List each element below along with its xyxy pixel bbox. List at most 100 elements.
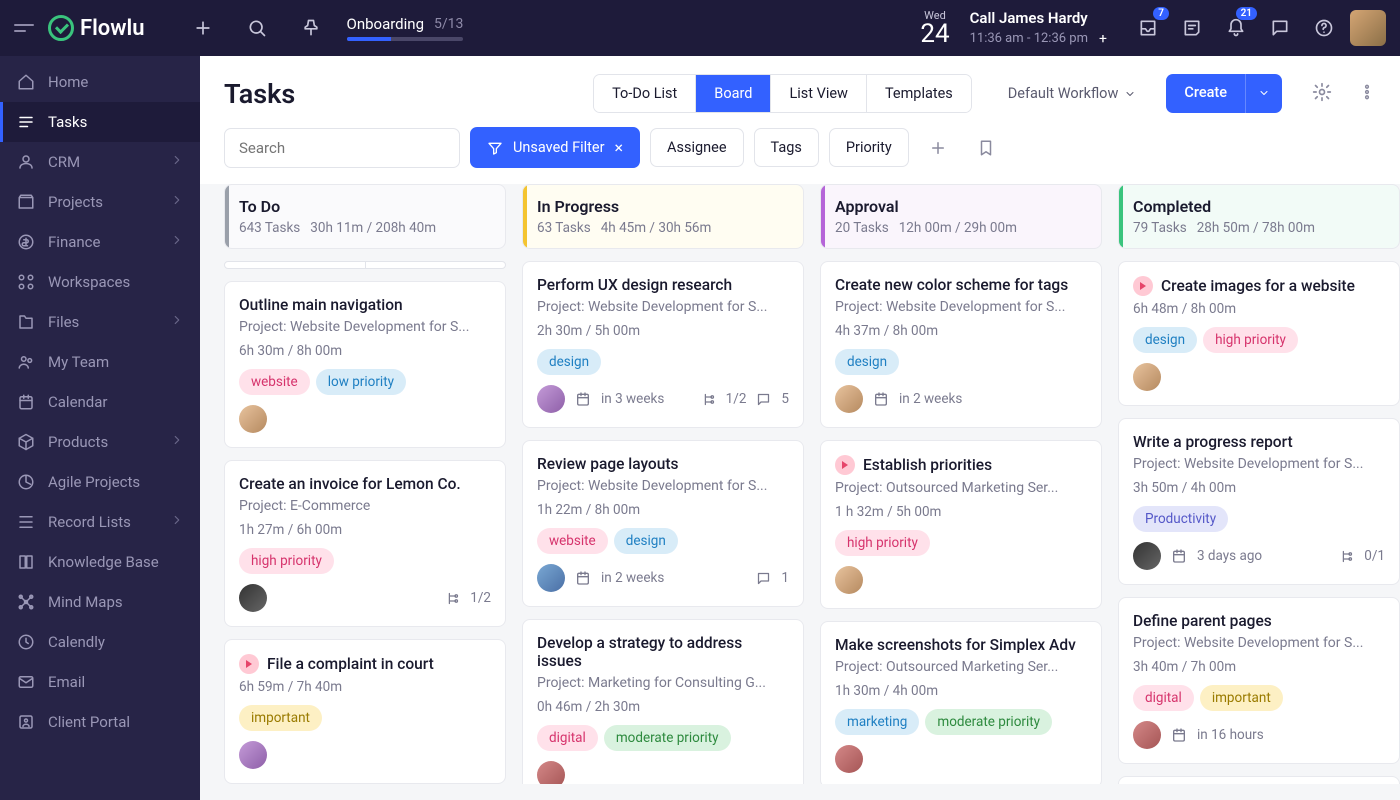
assignee-avatar[interactable]	[537, 564, 565, 592]
assignee-avatar[interactable]	[1133, 363, 1161, 391]
search-icon[interactable]	[239, 10, 275, 46]
assignee-avatar[interactable]	[1133, 721, 1161, 749]
task-card[interactable]: Create new color scheme for tags Project…	[820, 261, 1102, 428]
inbox-icon[interactable]: 7	[1130, 10, 1166, 46]
assignee-avatar[interactable]	[835, 745, 863, 773]
next-event[interactable]: Call James Hardy 11:36 am - 12:36 pm +	[970, 9, 1112, 48]
workflow-selector[interactable]: Default Workflow	[1008, 85, 1137, 102]
sidebar-item-client-portal[interactable]: Client Portal	[0, 702, 200, 742]
tag[interactable]: website	[239, 369, 310, 395]
tag[interactable]: high priority	[835, 530, 930, 556]
filter-unsaved[interactable]: Unsaved Filter ×	[470, 127, 640, 168]
sidebar-item-crm[interactable]: CRM	[0, 142, 200, 182]
assignee-avatar[interactable]	[537, 761, 565, 784]
sidebar-item-finance[interactable]: Finance	[0, 222, 200, 262]
sidebar-item-my-team[interactable]: My Team	[0, 342, 200, 382]
help-icon[interactable]	[1306, 10, 1342, 46]
sidebar-item-knowledge-base[interactable]: Knowledge Base	[0, 542, 200, 582]
view-board[interactable]: Board	[696, 75, 771, 112]
task-card[interactable]: Create images for a website 6h 48m / 8h …	[1118, 261, 1400, 406]
add-icon[interactable]	[185, 10, 221, 46]
column-header[interactable]: In Progress 63 Tasks4h 45m / 30h 56m	[522, 184, 804, 249]
task-card[interactable]: Develop a strategy to address issues Pro…	[522, 619, 804, 784]
task-card[interactable]: Outline main navigation Project: Website…	[224, 281, 506, 448]
tag[interactable]: high priority	[1203, 327, 1298, 353]
tag[interactable]: moderate priority	[925, 709, 1052, 735]
sidebar-item-mind-maps[interactable]: Mind Maps	[0, 582, 200, 622]
sidebar-item-files[interactable]: Files	[0, 302, 200, 342]
pin-icon[interactable]	[293, 10, 329, 46]
create-dropdown[interactable]	[1245, 74, 1282, 113]
tag[interactable]: moderate priority	[604, 725, 731, 751]
user-avatar[interactable]	[1350, 10, 1386, 46]
tag[interactable]: design	[1133, 327, 1197, 353]
event-add-icon[interactable]: +	[1094, 30, 1112, 48]
filter-priority[interactable]: Priority	[829, 128, 909, 167]
sidebar-item-calendly[interactable]: Calendly	[0, 622, 200, 662]
column-meta: 79 Tasks28h 50m / 78h 00m	[1133, 220, 1385, 236]
tag[interactable]: design	[614, 528, 678, 554]
column-header[interactable]: To Do 643 Tasks30h 11m / 208h 40m	[224, 184, 506, 249]
assignee-avatar[interactable]	[835, 385, 863, 413]
tag[interactable]: digital	[537, 725, 598, 751]
search-input[interactable]	[224, 128, 460, 168]
view-to-do-list[interactable]: To-Do List	[594, 75, 696, 112]
task-card[interactable]: Define parent pages Project: Website Dev…	[1118, 597, 1400, 764]
sidebar-item-projects[interactable]: Projects	[0, 182, 200, 222]
task-card[interactable]: Create an invoice for Lemon Co. Project:…	[224, 460, 506, 627]
task-card[interactable]: File a complaint in court 6h 59m / 7h 40…	[224, 639, 506, 784]
tag[interactable]: important	[239, 705, 322, 731]
filter-tags[interactable]: Tags	[754, 128, 819, 167]
sidebar-item-workspaces[interactable]: Workspaces	[0, 262, 200, 302]
tag[interactable]: high priority	[239, 548, 334, 574]
task-card[interactable]: Create an agreement	[1118, 776, 1400, 784]
column-header[interactable]: Completed 79 Tasks28h 50m / 78h 00m	[1118, 184, 1400, 249]
tag[interactable]: digital	[1133, 685, 1194, 711]
sidebar-item-products[interactable]: Products	[0, 422, 200, 462]
column-header[interactable]: Approval 20 Tasks12h 00m / 29h 00m	[820, 184, 1102, 249]
tag[interactable]: design	[835, 349, 899, 375]
assignee-avatar[interactable]	[835, 566, 863, 594]
task-card[interactable]: Establish priorities Project: Outsourced…	[820, 440, 1102, 609]
task-card[interactable]: Review page layouts Project: Website Dev…	[522, 440, 804, 607]
menu-icon[interactable]	[14, 24, 34, 32]
close-icon[interactable]: ×	[614, 138, 623, 157]
sidebar-item-record-lists[interactable]: Record Lists	[0, 502, 200, 542]
quick-add-button[interactable]: Quick Add	[225, 262, 366, 269]
create-button[interactable]: Create	[1166, 74, 1245, 113]
assignee-avatar[interactable]	[537, 385, 565, 413]
assignee-avatar[interactable]	[239, 741, 267, 769]
sidebar-item-email[interactable]: Email	[0, 662, 200, 702]
sidebar-item-tasks[interactable]: Tasks	[0, 102, 200, 142]
tag[interactable]: website	[537, 528, 608, 554]
view-list-view[interactable]: List View	[771, 75, 867, 112]
more-icon[interactable]	[1358, 83, 1376, 105]
filter-assignee[interactable]: Assignee	[650, 128, 743, 167]
sidebar-item-home[interactable]: Home	[0, 62, 200, 102]
bell-icon[interactable]: 21	[1218, 10, 1254, 46]
task-card[interactable]: Make screenshots for Simplex Adv Project…	[820, 621, 1102, 784]
sidebar-item-calendar[interactable]: Calendar	[0, 382, 200, 422]
tag[interactable]: Productivity	[1133, 506, 1228, 532]
card-tags: websitedesign	[537, 528, 789, 554]
logo[interactable]: Flowlu	[48, 15, 145, 41]
tag[interactable]: important	[1200, 685, 1283, 711]
note-icon[interactable]	[1174, 10, 1210, 46]
settings-icon[interactable]	[1312, 82, 1332, 106]
full-form-button[interactable]: Full Form	[366, 262, 506, 269]
task-card[interactable]: Perform UX design research Project: Webs…	[522, 261, 804, 428]
view-templates[interactable]: Templates	[867, 75, 971, 112]
tag[interactable]: low priority	[316, 369, 406, 395]
bookmark-icon[interactable]	[967, 128, 1005, 168]
tag[interactable]: design	[537, 349, 601, 375]
chat-icon[interactable]	[1262, 10, 1298, 46]
date-widget[interactable]: Wed 24	[920, 10, 949, 47]
assignee-avatar[interactable]	[239, 584, 267, 612]
assignee-avatar[interactable]	[1133, 542, 1161, 570]
tag[interactable]: marketing	[835, 709, 919, 735]
onboarding-widget[interactable]: Onboarding 5/13	[347, 15, 464, 41]
add-filter-icon[interactable]	[919, 128, 957, 168]
sidebar-item-agile-projects[interactable]: Agile Projects	[0, 462, 200, 502]
task-card[interactable]: Write a progress report Project: Website…	[1118, 418, 1400, 585]
assignee-avatar[interactable]	[239, 405, 267, 433]
